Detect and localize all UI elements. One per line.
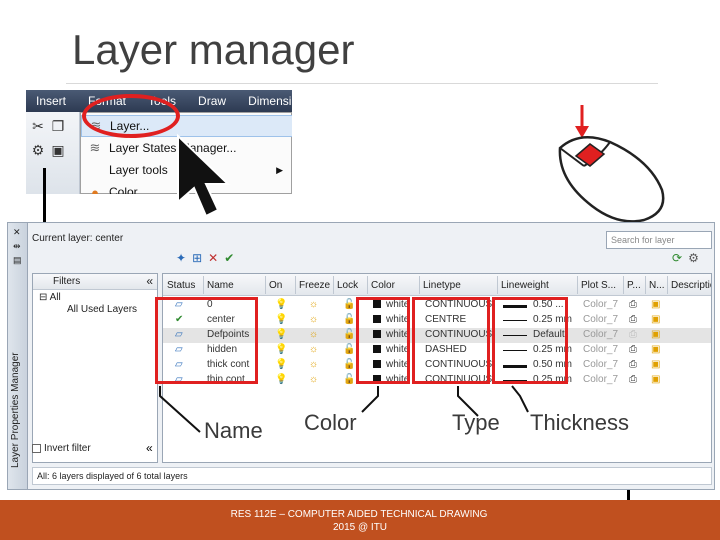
annotation-color: Color <box>304 410 357 435</box>
callout-lines <box>159 385 529 433</box>
footer-text: RES 112E – COMPUTER AIDED TECHNICAL DRAW… <box>0 508 720 534</box>
annotation-type: Type <box>452 410 500 435</box>
footer-year: 2015 @ ITU <box>332 522 388 533</box>
annotation-thickness: Thickness <box>530 410 630 435</box>
annotation-name: Name <box>204 418 263 443</box>
footer-course: RES 112E – COMPUTER AIDED TECHNICAL DRAW… <box>230 509 488 520</box>
